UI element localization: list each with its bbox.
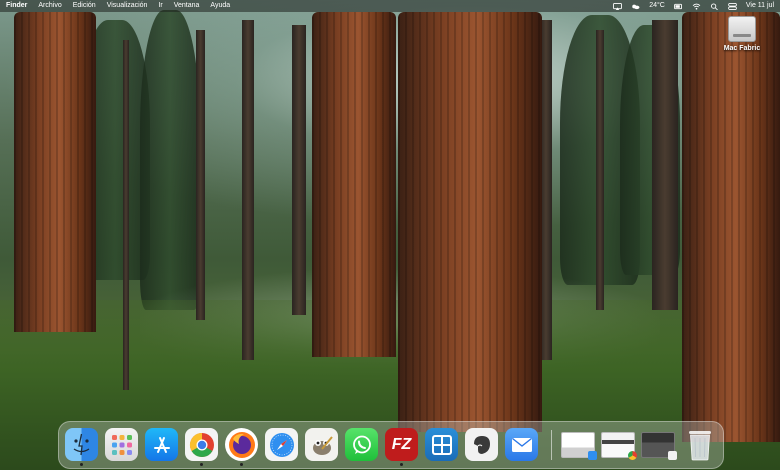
dock-finder[interactable] — [65, 428, 98, 461]
whatsapp-icon — [352, 435, 371, 454]
wallpaper-trunk — [292, 25, 306, 315]
running-indicator — [200, 463, 203, 466]
weather-icon[interactable] — [631, 3, 640, 10]
dock-minimized-window[interactable] — [641, 432, 677, 460]
menu-ir[interactable]: Ir — [158, 0, 162, 12]
menu-ayuda[interactable]: Ayuda — [210, 0, 230, 12]
filezilla-icon: FZ — [391, 435, 412, 453]
desktop-disk[interactable]: Mac Fabric — [712, 16, 772, 52]
evernote-icon — [668, 451, 677, 460]
dock-separator — [551, 430, 552, 460]
dock-whatsapp[interactable] — [345, 428, 378, 461]
wifi-icon[interactable] — [692, 3, 701, 10]
dock-remote-desktop[interactable] — [425, 428, 458, 461]
battery-icon[interactable] — [673, 3, 683, 10]
menu-archivo[interactable]: Archivo — [38, 0, 61, 12]
menu-bar-clock[interactable]: Vie 11 jul — [746, 0, 774, 12]
dock-chrome[interactable] — [185, 428, 218, 461]
search-icon[interactable] — [710, 2, 719, 10]
wallpaper-sequoia — [682, 12, 780, 442]
dock-trash[interactable] — [683, 428, 716, 461]
dock-minimized-window[interactable] — [561, 432, 597, 460]
menu-bar-status: 24°C Vie 11 jul — [613, 0, 774, 12]
dock-app-store[interactable] — [145, 428, 178, 461]
dock: FZ — [58, 421, 724, 469]
chrome-icon — [189, 432, 214, 457]
weather-temperature[interactable]: 24°C — [649, 0, 665, 12]
screen-mirroring-icon[interactable] — [613, 2, 623, 10]
wallpaper-trunk — [242, 20, 254, 360]
wallpaper-sequoia — [14, 12, 96, 332]
firefox-icon — [228, 431, 255, 458]
desktop-disk-label[interactable]: Mac Fabric — [712, 45, 772, 52]
safari-icon — [269, 432, 294, 457]
menu-edicion[interactable]: Edición — [73, 0, 96, 12]
mail-icon — [511, 437, 532, 452]
hard-drive-icon[interactable] — [728, 16, 756, 42]
running-indicator — [240, 463, 243, 466]
desktop-wallpaper — [0, 0, 780, 470]
wallpaper-pine — [140, 10, 200, 310]
menu-visualizacion[interactable]: Visualización — [107, 0, 148, 12]
launchpad-icon — [111, 434, 132, 455]
dock-launchpad[interactable] — [105, 428, 138, 461]
app-store-icon — [153, 436, 170, 453]
dock-gimp[interactable] — [305, 428, 338, 461]
trash-icon — [688, 430, 711, 460]
wallpaper-sequoia — [398, 12, 542, 432]
dock-filezilla[interactable]: FZ — [385, 428, 418, 461]
dock-evernote[interactable] — [465, 428, 498, 461]
wallpaper-trunk — [196, 30, 205, 320]
wallpaper-trunk — [596, 30, 604, 310]
gimp-icon — [312, 435, 333, 455]
dock-minimized-window[interactable] — [601, 432, 637, 460]
dock-safari[interactable] — [265, 428, 298, 461]
evernote-icon — [473, 435, 490, 454]
running-indicator — [80, 463, 83, 466]
wallpaper-trunk — [123, 40, 129, 390]
dock-firefox[interactable] — [225, 428, 258, 461]
menu-finder[interactable]: Finder — [6, 0, 27, 12]
safari-icon — [588, 451, 597, 460]
wallpaper-sequoia — [312, 12, 396, 357]
running-indicator — [400, 463, 403, 466]
menu-bar: Finder Archivo Edición Visualización Ir … — [0, 0, 780, 12]
wallpaper-trunk — [652, 20, 678, 310]
remote-desktop-icon — [431, 434, 452, 455]
menu-ventana[interactable]: Ventana — [174, 0, 200, 12]
control-center-icon[interactable] — [728, 2, 737, 10]
menu-bar-left: Finder Archivo Edición Visualización Ir … — [6, 0, 230, 12]
dock-mail[interactable] — [505, 428, 538, 461]
finder-icon — [73, 433, 90, 456]
chrome-icon — [628, 451, 637, 460]
